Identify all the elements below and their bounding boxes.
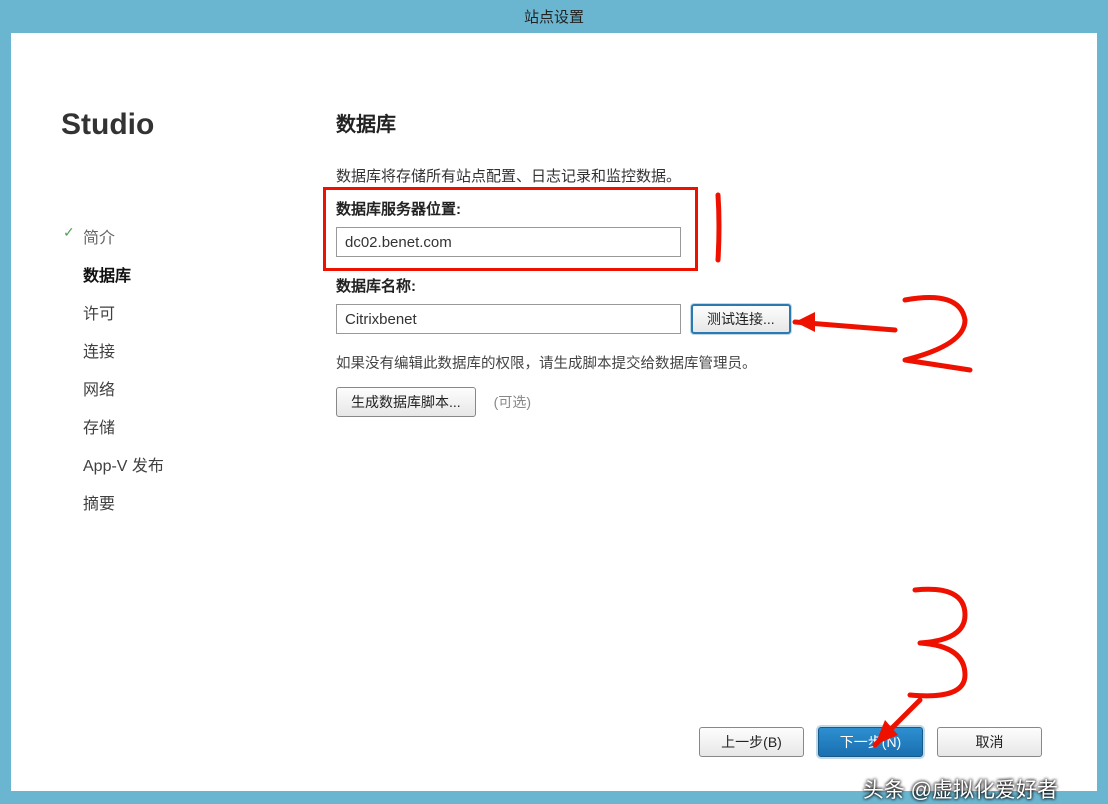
generate-script-row: 生成数据库脚本... (可选) xyxy=(336,387,1042,417)
step-connection[interactable]: 连接 xyxy=(61,331,266,369)
server-location-label: 数据库服务器位置: xyxy=(336,198,1042,219)
step-summary[interactable]: 摘要 xyxy=(61,483,266,521)
next-button[interactable]: 下一步(N) xyxy=(818,727,923,757)
permission-hint: 如果没有编辑此数据库的权限，请生成脚本提交给数据库管理员。 xyxy=(336,352,1042,373)
field-db-name: 数据库名称: 测试连接... xyxy=(336,275,1042,334)
step-network[interactable]: 网络 xyxy=(61,369,266,407)
generate-script-button[interactable]: 生成数据库脚本... xyxy=(336,387,476,417)
page-title: 数据库 xyxy=(336,108,1042,137)
window-content: Studio 简介 数据库 许可 连接 网络 存储 App-V 发布 摘要 数据… xyxy=(11,33,1097,791)
field-server-location: 数据库服务器位置: xyxy=(336,198,1042,257)
test-connection-button[interactable]: 测试连接... xyxy=(691,304,791,334)
step-storage[interactable]: 存储 xyxy=(61,407,266,445)
step-intro[interactable]: 简介 xyxy=(61,217,266,255)
step-license[interactable]: 许可 xyxy=(61,293,266,331)
wizard-steps: 简介 数据库 许可 连接 网络 存储 App-V 发布 摘要 xyxy=(61,217,266,521)
page-description: 数据库将存储所有站点配置、日志记录和监控数据。 xyxy=(336,165,1042,186)
step-appv[interactable]: App-V 发布 xyxy=(61,445,266,483)
sidebar: Studio 简介 数据库 许可 连接 网络 存储 App-V 发布 摘要 xyxy=(11,33,296,791)
studio-brand: Studio xyxy=(61,108,266,142)
titlebar: 站点设置 xyxy=(3,3,1105,33)
step-database[interactable]: 数据库 xyxy=(61,255,266,293)
main-panel: 数据库 数据库将存储所有站点配置、日志记录和监控数据。 数据库服务器位置: 数据… xyxy=(296,33,1097,791)
db-name-label: 数据库名称: xyxy=(336,275,1042,296)
footer-buttons: 上一步(B) 下一步(N) 取消 xyxy=(699,727,1042,757)
back-button[interactable]: 上一步(B) xyxy=(699,727,804,757)
server-location-input[interactable] xyxy=(336,227,681,257)
db-name-input[interactable] xyxy=(336,304,681,334)
optional-label: (可选) xyxy=(494,392,531,412)
cancel-button[interactable]: 取消 xyxy=(937,727,1042,757)
window-title: 站点设置 xyxy=(524,9,584,26)
